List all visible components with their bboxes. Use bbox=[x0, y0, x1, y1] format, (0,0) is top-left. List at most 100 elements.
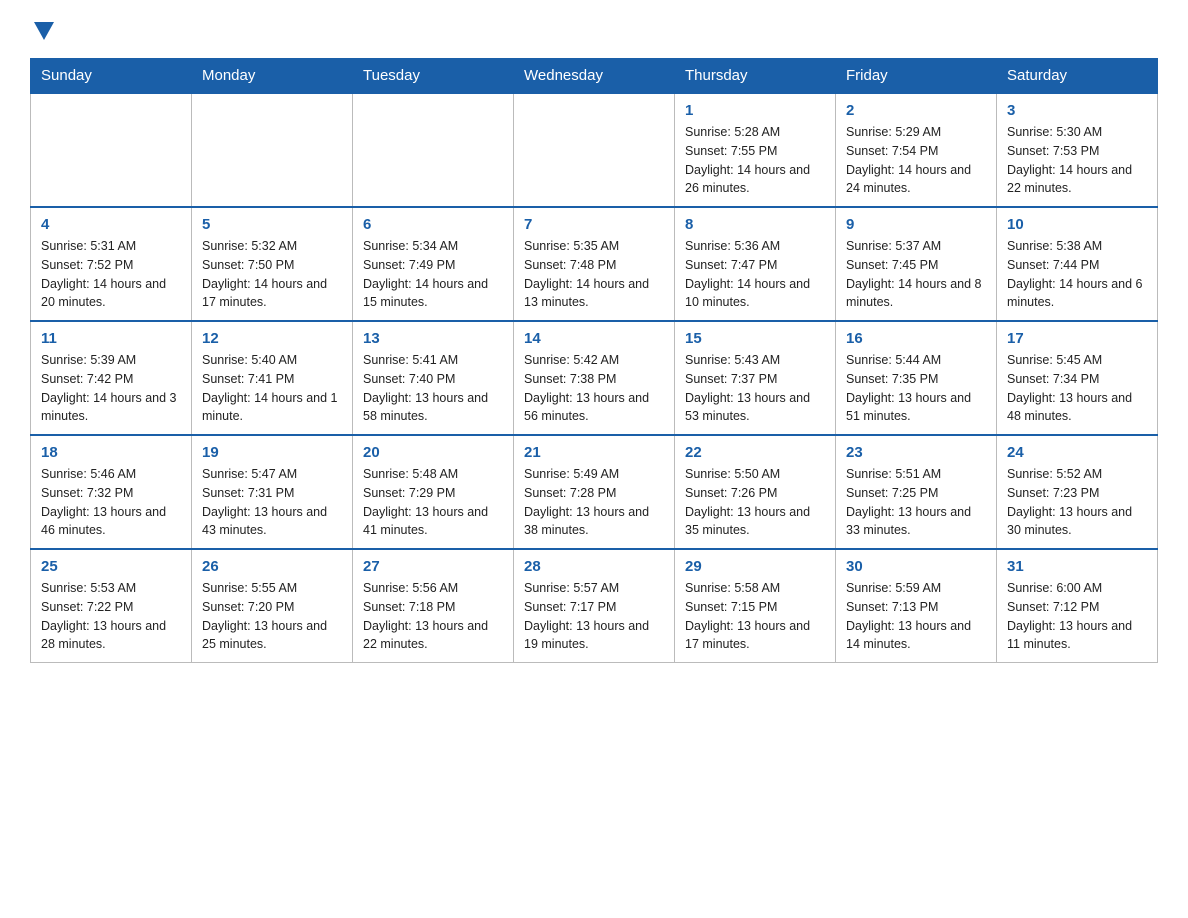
calendar-cell: 12 Sunrise: 5:40 AMSunset: 7:41 PMDayligh… bbox=[192, 321, 353, 435]
day-info: Sunrise: 5:29 AMSunset: 7:54 PMDaylight:… bbox=[846, 123, 986, 198]
day-info: Sunrise: 5:36 AMSunset: 7:47 PMDaylight:… bbox=[685, 237, 825, 312]
day-number: 31 bbox=[1007, 558, 1147, 575]
calendar-cell: 10 Sunrise: 5:38 AMSunset: 7:44 PMDayligh… bbox=[997, 207, 1158, 321]
day-number: 13 bbox=[363, 330, 503, 347]
day-info: Sunrise: 5:56 AMSunset: 7:18 PMDaylight:… bbox=[363, 579, 503, 654]
day-number: 14 bbox=[524, 330, 664, 347]
calendar-cell: 31 Sunrise: 6:00 AMSunset: 7:12 PMDayligh… bbox=[997, 549, 1158, 663]
day-info: Sunrise: 5:45 AMSunset: 7:34 PMDaylight:… bbox=[1007, 351, 1147, 426]
page-header bbox=[30, 20, 1158, 40]
day-number: 12 bbox=[202, 330, 342, 347]
calendar-cell: 21 Sunrise: 5:49 AMSunset: 7:28 PMDayligh… bbox=[514, 435, 675, 549]
day-info: Sunrise: 5:31 AMSunset: 7:52 PMDaylight:… bbox=[41, 237, 181, 312]
calendar-cell: 27Sunrise: 5:56 AMSunset: 7:18 PMDayligh… bbox=[353, 549, 514, 663]
calendar-cell: 20 Sunrise: 5:48 AMSunset: 7:29 PMDayligh… bbox=[353, 435, 514, 549]
day-number: 20 bbox=[363, 444, 503, 461]
day-info: Sunrise: 5:44 AMSunset: 7:35 PMDaylight:… bbox=[846, 351, 986, 426]
day-number: 28 bbox=[524, 558, 664, 575]
day-number: 3 bbox=[1007, 102, 1147, 119]
calendar-cell: 4 Sunrise: 5:31 AMSunset: 7:52 PMDaylight… bbox=[31, 207, 192, 321]
calendar-cell: 15 Sunrise: 5:43 AMSunset: 7:37 PMDayligh… bbox=[675, 321, 836, 435]
day-number: 4 bbox=[41, 216, 181, 233]
day-number: 15 bbox=[685, 330, 825, 347]
day-number: 23 bbox=[846, 444, 986, 461]
calendar-cell: 1 Sunrise: 5:28 AMSunset: 7:55 PMDaylight… bbox=[675, 93, 836, 207]
calendar-cell: 18 Sunrise: 5:46 AMSunset: 7:32 PMDayligh… bbox=[31, 435, 192, 549]
day-number: 2 bbox=[846, 102, 986, 119]
day-number: 30 bbox=[846, 558, 986, 575]
day-info: Sunrise: 5:46 AMSunset: 7:32 PMDaylight:… bbox=[41, 465, 181, 540]
calendar-cell: 19Sunrise: 5:47 AMSunset: 7:31 PMDayligh… bbox=[192, 435, 353, 549]
day-info: Sunrise: 6:00 AMSunset: 7:12 PMDaylight:… bbox=[1007, 579, 1147, 654]
calendar-cell: 16 Sunrise: 5:44 AMSunset: 7:35 PMDayligh… bbox=[836, 321, 997, 435]
calendar-cell: 11Sunrise: 5:39 AMSunset: 7:42 PMDayligh… bbox=[31, 321, 192, 435]
day-info: Sunrise: 5:28 AMSunset: 7:55 PMDaylight:… bbox=[685, 123, 825, 198]
day-number: 16 bbox=[846, 330, 986, 347]
calendar-header-monday: Monday bbox=[192, 59, 353, 94]
day-info: Sunrise: 5:30 AMSunset: 7:53 PMDaylight:… bbox=[1007, 123, 1147, 198]
day-info: Sunrise: 5:40 AMSunset: 7:41 PMDaylight:… bbox=[202, 351, 342, 426]
day-info: Sunrise: 5:49 AMSunset: 7:28 PMDaylight:… bbox=[524, 465, 664, 540]
day-number: 26 bbox=[202, 558, 342, 575]
day-info: Sunrise: 5:39 AMSunset: 7:42 PMDaylight:… bbox=[41, 351, 181, 426]
calendar-cell: 17 Sunrise: 5:45 AMSunset: 7:34 PMDayligh… bbox=[997, 321, 1158, 435]
calendar-cell: 6 Sunrise: 5:34 AMSunset: 7:49 PMDaylight… bbox=[353, 207, 514, 321]
calendar-header-friday: Friday bbox=[836, 59, 997, 94]
calendar-table: SundayMondayTuesdayWednesdayThursdayFrid… bbox=[30, 58, 1158, 663]
day-info: Sunrise: 5:37 AMSunset: 7:45 PMDaylight:… bbox=[846, 237, 986, 312]
day-number: 17 bbox=[1007, 330, 1147, 347]
calendar-cell bbox=[514, 93, 675, 207]
day-number: 19 bbox=[202, 444, 342, 461]
calendar-cell: 28Sunrise: 5:57 AMSunset: 7:17 PMDayligh… bbox=[514, 549, 675, 663]
day-number: 21 bbox=[524, 444, 664, 461]
calendar-cell: 7Sunrise: 5:35 AMSunset: 7:48 PMDaylight… bbox=[514, 207, 675, 321]
day-number: 7 bbox=[524, 216, 664, 233]
day-number: 25 bbox=[41, 558, 181, 575]
day-info: Sunrise: 5:43 AMSunset: 7:37 PMDaylight:… bbox=[685, 351, 825, 426]
day-number: 6 bbox=[363, 216, 503, 233]
calendar-cell bbox=[192, 93, 353, 207]
calendar-header-tuesday: Tuesday bbox=[353, 59, 514, 94]
day-number: 18 bbox=[41, 444, 181, 461]
day-info: Sunrise: 5:52 AMSunset: 7:23 PMDaylight:… bbox=[1007, 465, 1147, 540]
day-info: Sunrise: 5:55 AMSunset: 7:20 PMDaylight:… bbox=[202, 579, 342, 654]
calendar-cell: 26 Sunrise: 5:55 AMSunset: 7:20 PMDayligh… bbox=[192, 549, 353, 663]
calendar-header-saturday: Saturday bbox=[997, 59, 1158, 94]
calendar-header-wednesday: Wednesday bbox=[514, 59, 675, 94]
logo-arrow-icon bbox=[34, 22, 54, 40]
day-number: 29 bbox=[685, 558, 825, 575]
calendar-cell: 13 Sunrise: 5:41 AMSunset: 7:40 PMDayligh… bbox=[353, 321, 514, 435]
calendar-cell: 14Sunrise: 5:42 AMSunset: 7:38 PMDayligh… bbox=[514, 321, 675, 435]
logo bbox=[30, 20, 54, 40]
week-row-2: 4 Sunrise: 5:31 AMSunset: 7:52 PMDaylight… bbox=[31, 207, 1158, 321]
day-info: Sunrise: 5:38 AMSunset: 7:44 PMDaylight:… bbox=[1007, 237, 1147, 312]
calendar-cell: 23 Sunrise: 5:51 AMSunset: 7:25 PMDayligh… bbox=[836, 435, 997, 549]
calendar-cell: 24 Sunrise: 5:52 AMSunset: 7:23 PMDayligh… bbox=[997, 435, 1158, 549]
day-info: Sunrise: 5:41 AMSunset: 7:40 PMDaylight:… bbox=[363, 351, 503, 426]
logo-general bbox=[30, 20, 54, 40]
day-number: 22 bbox=[685, 444, 825, 461]
day-info: Sunrise: 5:34 AMSunset: 7:49 PMDaylight:… bbox=[363, 237, 503, 312]
day-info: Sunrise: 5:59 AMSunset: 7:13 PMDaylight:… bbox=[846, 579, 986, 654]
day-info: Sunrise: 5:32 AMSunset: 7:50 PMDaylight:… bbox=[202, 237, 342, 312]
day-info: Sunrise: 5:48 AMSunset: 7:29 PMDaylight:… bbox=[363, 465, 503, 540]
calendar-cell bbox=[31, 93, 192, 207]
week-row-1: 1 Sunrise: 5:28 AMSunset: 7:55 PMDaylight… bbox=[31, 93, 1158, 207]
day-info: Sunrise: 5:58 AMSunset: 7:15 PMDaylight:… bbox=[685, 579, 825, 654]
calendar-cell: 30 Sunrise: 5:59 AMSunset: 7:13 PMDayligh… bbox=[836, 549, 997, 663]
calendar-cell: 22Sunrise: 5:50 AMSunset: 7:26 PMDayligh… bbox=[675, 435, 836, 549]
week-row-5: 25Sunrise: 5:53 AMSunset: 7:22 PMDayligh… bbox=[31, 549, 1158, 663]
day-number: 24 bbox=[1007, 444, 1147, 461]
calendar-header-thursday: Thursday bbox=[675, 59, 836, 94]
day-info: Sunrise: 5:51 AMSunset: 7:25 PMDaylight:… bbox=[846, 465, 986, 540]
day-number: 1 bbox=[685, 102, 825, 119]
week-row-3: 11Sunrise: 5:39 AMSunset: 7:42 PMDayligh… bbox=[31, 321, 1158, 435]
calendar-header-sunday: Sunday bbox=[31, 59, 192, 94]
calendar-cell: 29 Sunrise: 5:58 AMSunset: 7:15 PMDayligh… bbox=[675, 549, 836, 663]
calendar-header-row: SundayMondayTuesdayWednesdayThursdayFrid… bbox=[31, 59, 1158, 94]
day-number: 10 bbox=[1007, 216, 1147, 233]
calendar-cell bbox=[353, 93, 514, 207]
calendar-cell: 3 Sunrise: 5:30 AMSunset: 7:53 PMDaylight… bbox=[997, 93, 1158, 207]
week-row-4: 18 Sunrise: 5:46 AMSunset: 7:32 PMDayligh… bbox=[31, 435, 1158, 549]
day-number: 8 bbox=[685, 216, 825, 233]
